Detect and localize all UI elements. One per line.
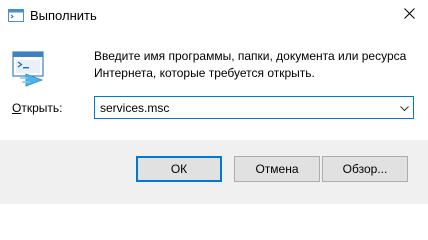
close-button[interactable] [390, 0, 428, 30]
window-title: Выполнить [30, 8, 97, 23]
open-label-text: ткрыть: [21, 101, 63, 115]
title-bar[interactable]: Выполнить [0, 0, 428, 32]
open-label-accelerator: О [12, 101, 22, 115]
open-label: Открыть: [12, 101, 62, 115]
chevron-down-icon [399, 101, 409, 115]
open-dropdown-button[interactable] [395, 97, 413, 118]
ok-button[interactable]: ОК [136, 156, 222, 182]
dialog-content: Введите имя программы, папки, документа … [0, 32, 428, 140]
open-combobox[interactable] [94, 96, 414, 119]
dialog-description: Введите имя программы, папки, документа … [94, 49, 407, 80]
close-icon [403, 8, 415, 22]
dialog-footer: ОК Отмена Обзор... [0, 140, 428, 204]
browse-button[interactable]: Обзор... [322, 156, 408, 182]
cancel-button[interactable]: Отмена [234, 156, 320, 182]
run-dialog-icon [12, 50, 52, 88]
open-input[interactable] [95, 97, 385, 118]
run-app-icon [8, 9, 24, 23]
